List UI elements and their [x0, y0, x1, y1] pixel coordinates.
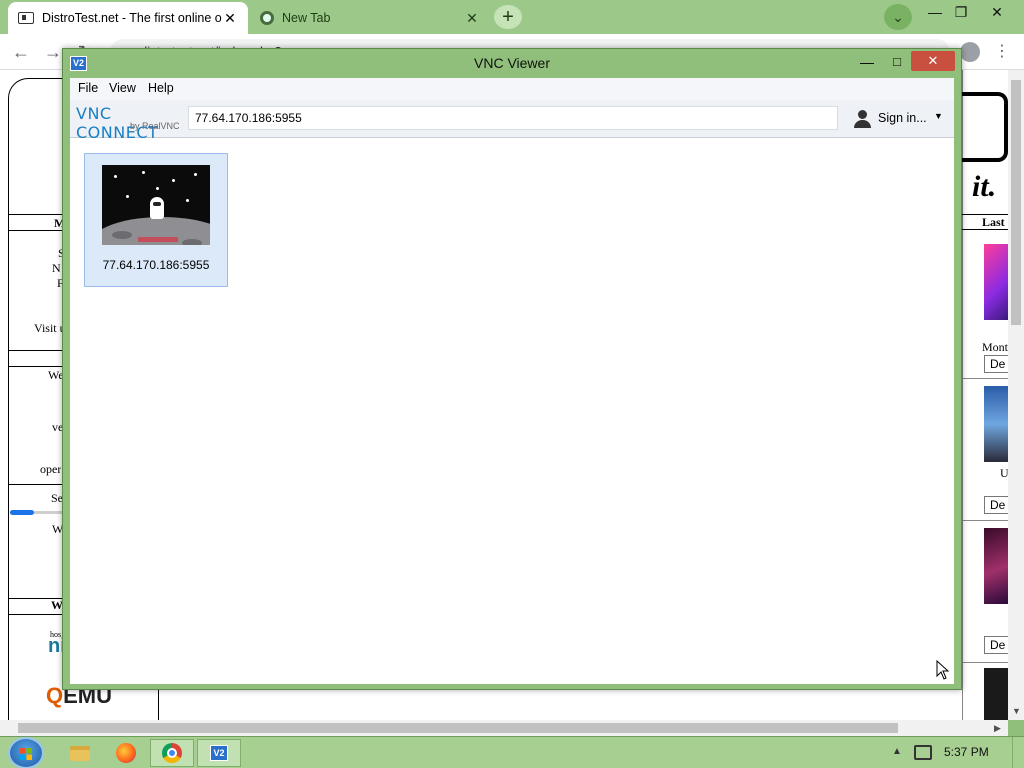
taskbar-clock[interactable]: 5:37 PM	[944, 745, 1004, 759]
tab-title: New Tab	[282, 11, 331, 25]
divider	[962, 378, 1008, 379]
distro-thumbnail[interactable]	[984, 244, 1008, 320]
tab-title: DistroTest.net - The first online o	[42, 11, 222, 25]
astronaut-figure	[150, 197, 164, 219]
connection-thumbnail	[102, 165, 210, 245]
back-arrow-icon[interactable]: ←	[8, 40, 34, 64]
site-logo-frame	[962, 92, 1008, 162]
divider	[8, 350, 68, 351]
left-fragment: oper	[40, 462, 62, 476]
menu-file[interactable]: File	[78, 81, 98, 95]
divider	[8, 214, 68, 215]
details-button[interactable]: De	[984, 496, 1010, 514]
network-icon[interactable]	[914, 745, 932, 760]
caret-down-icon: ▼	[934, 111, 943, 121]
taskbar-chrome[interactable]	[150, 739, 194, 767]
site-logo-text[interactable]: it.	[972, 170, 996, 204]
distro-name-fragment: Mont	[982, 340, 1009, 354]
tab-search-chevron-icon[interactable]: ⌄	[884, 4, 912, 30]
last-releases-header: Last	[962, 214, 1008, 230]
connection-tile[interactable]: 77.64.170.186:5955	[84, 153, 228, 287]
page-vertical-scrollbar[interactable]: ▼	[1008, 70, 1024, 720]
vnc-address-input[interactable]: 77.64.170.186:5955	[188, 106, 838, 130]
vnc-address-toolbar: VNC CONNECT by RealVNC 77.64.170.186:595…	[70, 100, 954, 142]
firefox-icon	[116, 743, 136, 763]
taskbar-firefox[interactable]	[104, 739, 148, 767]
start-button[interactable]	[8, 737, 44, 768]
divider	[8, 614, 68, 615]
browser-menu-icon[interactable]: ⋮	[994, 42, 1010, 62]
folder-icon	[70, 745, 90, 761]
vnc-viewer-window: VNC Viewer V2 — □ ✕ File View Help VNC C…	[62, 48, 962, 690]
scroll-down-arrow-icon[interactable]: ▼	[1012, 706, 1021, 716]
tab-close-icon[interactable]: ✕	[222, 10, 238, 27]
tab-distrotest[interactable]: DistroTest.net - The first online o ✕	[8, 2, 248, 34]
vnc-address-book: 77.64.170.186:5955	[70, 139, 954, 684]
divider	[8, 366, 68, 367]
menu-help[interactable]: Help	[148, 81, 174, 95]
progress-bar-fill	[10, 510, 34, 515]
divider	[962, 662, 1008, 663]
chrome-icon	[162, 743, 182, 763]
divider	[962, 520, 1008, 521]
distro-thumbnail[interactable]	[984, 668, 1008, 720]
vnc-window-title: VNC Viewer	[474, 55, 550, 71]
distro-thumbnail[interactable]	[984, 386, 1008, 462]
vnc-close-button[interactable]: ✕	[911, 51, 955, 71]
user-icon	[854, 110, 871, 128]
qemu-logo-q: Q	[46, 683, 64, 708]
vnc-connect-logo: VNC CONNECT by RealVNC	[76, 104, 186, 142]
details-button[interactable]: De	[984, 636, 1010, 654]
left-fragment: N	[52, 261, 61, 275]
vnc-app-icon: V2	[70, 56, 87, 71]
mouse-cursor-icon	[936, 660, 950, 680]
progress-bar-track	[34, 511, 64, 514]
distrotest-favicon-icon	[18, 12, 34, 24]
divider	[8, 484, 68, 485]
vnc-client-area: File View Help VNC CONNECT by RealVNC 77…	[70, 78, 954, 684]
windows-logo-icon	[20, 748, 32, 760]
vertical-scroll-thumb[interactable]	[1011, 80, 1021, 325]
new-tab-button[interactable]: +	[494, 5, 522, 29]
vnc-maximize-button[interactable]: □	[885, 52, 909, 72]
vnc-title-bar[interactable]: VNC Viewer V2 — □ ✕	[63, 49, 961, 77]
vnc-viewer-icon: V2	[210, 745, 228, 761]
taskbar-vnc-viewer[interactable]: V2	[197, 739, 241, 767]
vnc-minimize-button[interactable]: —	[855, 52, 879, 72]
connection-label: 77.64.170.186:5955	[102, 258, 210, 272]
page-horizontal-scrollbar[interactable]: ▶	[0, 720, 1008, 736]
scroll-right-arrow-icon[interactable]: ▶	[994, 723, 1001, 734]
desktop-dock	[138, 237, 178, 242]
vnc-menu-bar: File View Help	[70, 78, 954, 100]
taskbar-file-explorer[interactable]	[58, 739, 102, 767]
show-desktop-button[interactable]	[1012, 737, 1024, 768]
show-hidden-icons-arrow-icon[interactable]: ▲	[892, 746, 902, 757]
tab-new-tab[interactable]: New Tab ✕	[250, 2, 490, 34]
chrome-favicon-icon	[260, 11, 274, 25]
horizontal-scroll-thumb[interactable]	[18, 723, 898, 733]
vnc-logo-byline: by RealVNC	[130, 121, 180, 131]
sign-in-button[interactable]: Sign in... ▼	[854, 108, 950, 130]
browser-close-button[interactable]: ✕	[982, 2, 1012, 22]
menu-view[interactable]: View	[109, 81, 136, 95]
browser-maximize-button[interactable]: ❐	[946, 2, 976, 22]
browser-tab-strip: DistroTest.net - The first online o ✕ Ne…	[0, 0, 1024, 34]
left-fragment: Visit u	[34, 321, 66, 335]
windows-taskbar: V2 ▲ 5:37 PM	[0, 736, 1024, 768]
details-button[interactable]: De	[984, 355, 1010, 373]
left-panel-border	[8, 78, 68, 720]
sign-in-label: Sign in...	[878, 111, 927, 125]
tab-close-icon[interactable]: ✕	[464, 10, 480, 27]
distro-thumbnail[interactable]	[984, 528, 1008, 604]
profile-avatar-icon[interactable]	[960, 42, 980, 62]
